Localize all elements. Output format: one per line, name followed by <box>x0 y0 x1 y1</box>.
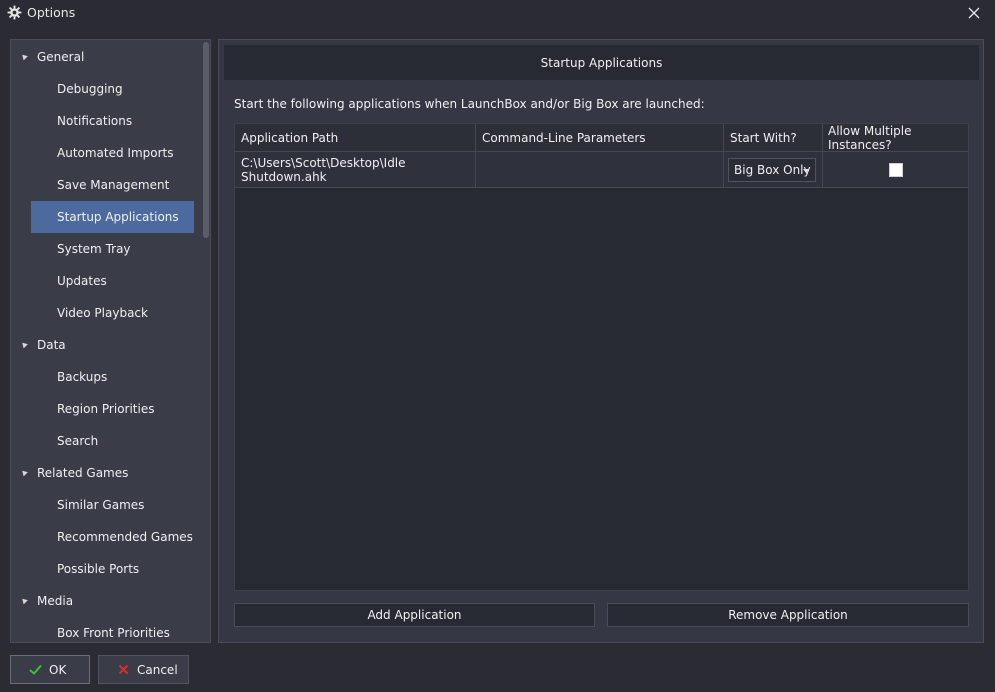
tree-category-media[interactable]: Media <box>11 585 201 617</box>
sidebar-item-recommended-games[interactable]: Recommended Games <box>11 521 201 553</box>
cell-application-path[interactable]: C:\Users\Scott\Desktop\Idle Shutdown.ahk <box>235 152 476 188</box>
tree-item-label: Region Priorities <box>57 402 155 416</box>
sidebar-item-similar-games[interactable]: Similar Games <box>11 489 201 521</box>
sidebar-item-startup-applications[interactable]: Startup Applications <box>31 201 194 233</box>
panel-description: Start the following applications when La… <box>234 97 705 111</box>
x-icon <box>116 663 130 677</box>
start-with-dropdown[interactable]: Big Box Only <box>728 158 816 182</box>
sidebar-item-video-playback[interactable]: Video Playback <box>11 297 201 329</box>
column-header-application-path[interactable]: Application Path <box>235 124 476 152</box>
gear-icon <box>7 5 22 20</box>
tree-item-label: System Tray <box>57 242 131 256</box>
tree-item-label: Startup Applications <box>57 210 179 224</box>
add-application-button[interactable]: Add Application <box>234 603 595 627</box>
tree-item-label: Similar Games <box>57 498 145 512</box>
remove-application-button[interactable]: Remove Application <box>607 603 969 627</box>
sidebar-scrollbar[interactable] <box>201 40 210 642</box>
expand-triangle-icon[interactable] <box>20 596 28 605</box>
column-header-command-line[interactable]: Command-Line Parameters <box>476 124 724 152</box>
tree-item-label: Debugging <box>57 82 123 96</box>
sidebar-item-debugging[interactable]: Debugging <box>11 73 201 105</box>
panel-header: Startup Applications <box>224 45 979 80</box>
tree-item-label: Media <box>37 594 74 608</box>
tree-item-label: Box Front Priorities <box>57 626 170 640</box>
tree-category-related-games[interactable]: Related Games <box>11 457 201 489</box>
tree-item-label: General <box>37 50 85 64</box>
ok-label: OK <box>49 662 67 677</box>
dropdown-arrow-icon <box>803 169 809 173</box>
sidebar-item-region-priorities[interactable]: Region Priorities <box>11 393 201 425</box>
tree-item-label: Automated Imports <box>57 146 174 160</box>
sidebar-item-search[interactable]: Search <box>11 425 201 457</box>
sidebar-item-automated-imports[interactable]: Automated Imports <box>11 137 201 169</box>
expand-triangle-icon[interactable] <box>20 52 28 61</box>
tree-category-data[interactable]: Data <box>11 329 201 361</box>
allow-multiple-checkbox[interactable] <box>889 163 903 177</box>
table-header: Application Path Command-Line Parameters… <box>235 124 968 152</box>
tree-item-label: Backups <box>57 370 108 384</box>
start-with-value: Big Box Only <box>734 163 811 177</box>
tree-item-label: Recommended Games <box>57 530 193 544</box>
scrollbar-thumb[interactable] <box>203 42 209 238</box>
cell-allow-multiple <box>823 152 968 188</box>
tree-item-label: Updates <box>57 274 107 288</box>
cancel-label: Cancel <box>137 662 178 677</box>
startup-apps-table: Application Path Command-Line Parameters… <box>234 123 969 591</box>
ok-button[interactable]: OK <box>10 655 90 684</box>
close-icon <box>968 7 980 19</box>
expand-triangle-icon[interactable] <box>20 468 28 477</box>
settings-panel: Startup Applications Start the following… <box>218 39 984 643</box>
sidebar-item-save-management[interactable]: Save Management <box>11 169 201 201</box>
tree-item-label: Data <box>37 338 66 352</box>
sidebar-item-updates[interactable]: Updates <box>11 265 201 297</box>
sidebar-item-system-tray[interactable]: System Tray <box>11 233 201 265</box>
table-row[interactable]: C:\Users\Scott\Desktop\Idle Shutdown.ahk… <box>235 152 968 188</box>
options-tree: General Debugging Notifications Automated I… <box>10 39 211 643</box>
title-bar: Options <box>0 0 995 26</box>
window-title: Options <box>27 5 76 20</box>
tree-item-label: Video Playback <box>57 306 148 320</box>
expand-triangle-icon[interactable] <box>20 340 28 349</box>
checkmark-icon <box>28 663 42 677</box>
sidebar-item-notifications[interactable]: Notifications <box>11 105 201 137</box>
cancel-button[interactable]: Cancel <box>98 655 189 684</box>
options-window: Options General Debugging Notifications Aut… <box>0 0 995 692</box>
sidebar-item-box-front-priorities[interactable]: Box Front Priorities <box>11 617 201 642</box>
sidebar-item-backups[interactable]: Backups <box>11 361 201 393</box>
tree-item-label: Possible Ports <box>57 562 140 576</box>
cell-start-with: Big Box Only <box>724 152 823 188</box>
tree-item-label: Search <box>57 434 99 448</box>
close-button[interactable] <box>962 2 986 24</box>
tree-item-label: Save Management <box>57 178 170 192</box>
tree-item-label: Related Games <box>37 466 129 480</box>
tree-item-label: Notifications <box>57 114 133 128</box>
column-header-start-with[interactable]: Start With? <box>724 124 823 152</box>
sidebar-item-possible-ports[interactable]: Possible Ports <box>11 553 201 585</box>
tree-category-general[interactable]: General <box>11 41 201 73</box>
column-header-allow-multiple[interactable]: Allow Multiple Instances? <box>823 124 968 152</box>
cell-command-line-parameters[interactable] <box>476 152 724 188</box>
